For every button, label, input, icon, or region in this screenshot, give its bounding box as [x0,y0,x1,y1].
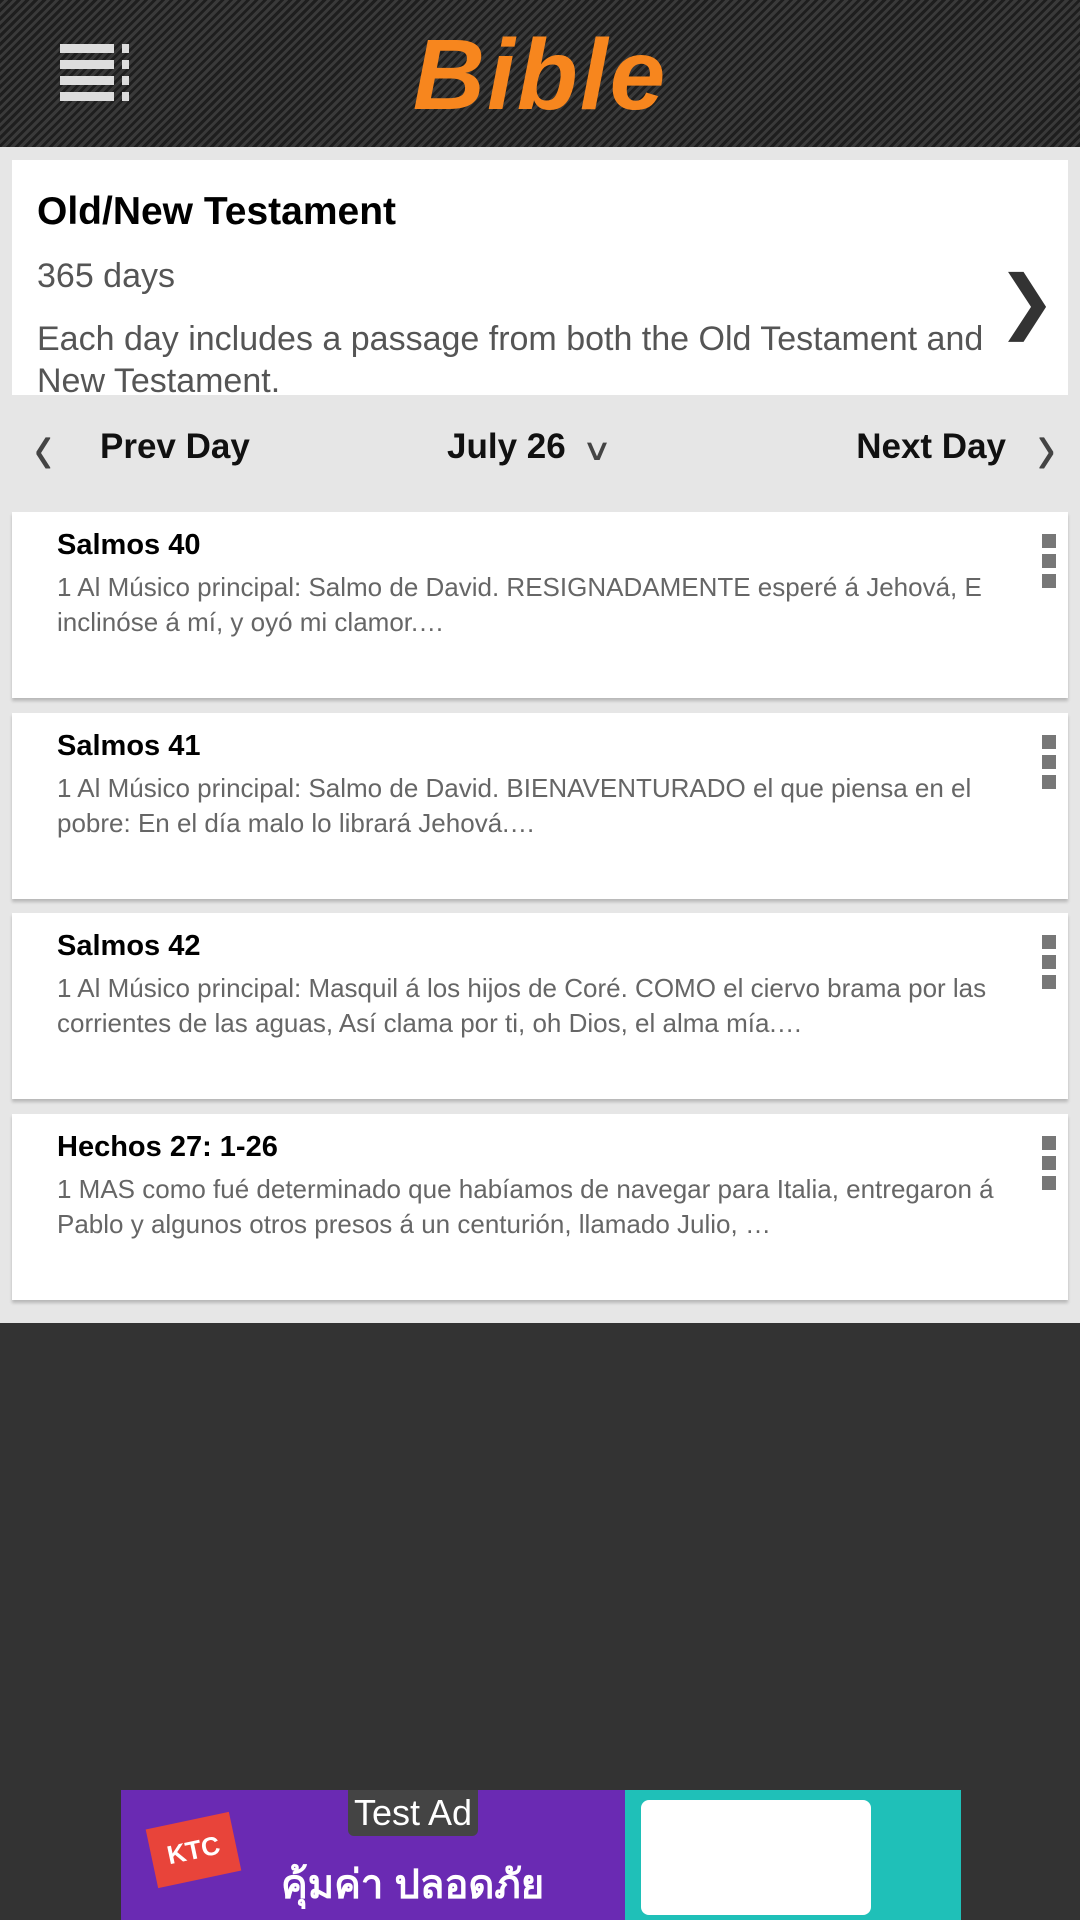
date-selector[interactable]: July 26 [447,427,566,467]
reading-excerpt: 1 Al Músico principal: Salmo de David. R… [57,572,982,637]
reading-title: Salmos 41 [57,730,201,762]
reading-excerpt: 1 Al Músico principal: Masquil á los hij… [57,973,987,1038]
chevron-down-icon[interactable]: ∨ [582,433,613,468]
ad-partner-panel [641,1800,871,1915]
reading-title: Salmos 40 [57,529,201,561]
more-options-icon[interactable] [1042,935,1056,989]
ad-brand-logo: KTC [145,1811,242,1889]
main-content: Old/New Testament 365 days Each day incl… [0,147,1080,1323]
reading-item[interactable]: Hechos 27: 1-26 1 MAS como fué determina… [12,1114,1068,1300]
reading-excerpt: 1 MAS como fué determinado que habíamos … [57,1174,994,1239]
reading-plan-card[interactable]: Old/New Testament 365 days Each day incl… [12,160,1068,400]
plan-title: Old/New Testament [37,190,397,233]
reading-item[interactable]: Salmos 41 1 Al Músico principal: Salmo d… [12,713,1068,899]
ad-banner[interactable]: KTC คุ้มค่า ปลอดภัย [121,1790,961,1920]
more-options-icon[interactable] [1042,1136,1056,1190]
app-logo: Bible [412,19,668,131]
more-options-icon[interactable] [1042,735,1056,789]
day-navigation: ‹ Prev Day July 26 ∨ Next Day › [0,395,1080,510]
app-header: Bible [0,0,1080,147]
prev-day-button[interactable]: Prev Day [100,427,250,467]
more-options-icon[interactable] [1042,534,1056,588]
plan-duration: 365 days [37,257,175,295]
reading-title: Salmos 42 [57,930,201,962]
chevron-right-icon[interactable]: › [1037,401,1056,493]
reading-excerpt: 1 Al Músico principal: Salmo de David. B… [57,773,972,838]
reading-item[interactable]: Salmos 42 1 Al Músico principal: Masquil… [12,913,1068,1099]
plan-description: Each day includes a passage from both th… [37,320,984,400]
ad-headline: คุ้มค่า ปลอดภัย [281,1863,545,1907]
reading-title: Hechos 27: 1-26 [57,1131,278,1163]
reading-item[interactable]: Salmos 40 1 Al Músico principal: Salmo d… [12,512,1068,698]
chevron-right-icon[interactable]: ❯ [997,260,1056,342]
next-day-button[interactable]: Next Day [856,427,1006,467]
chevron-left-icon[interactable]: ‹ [34,401,53,493]
test-ad-label: Test Ad [348,1790,479,1836]
